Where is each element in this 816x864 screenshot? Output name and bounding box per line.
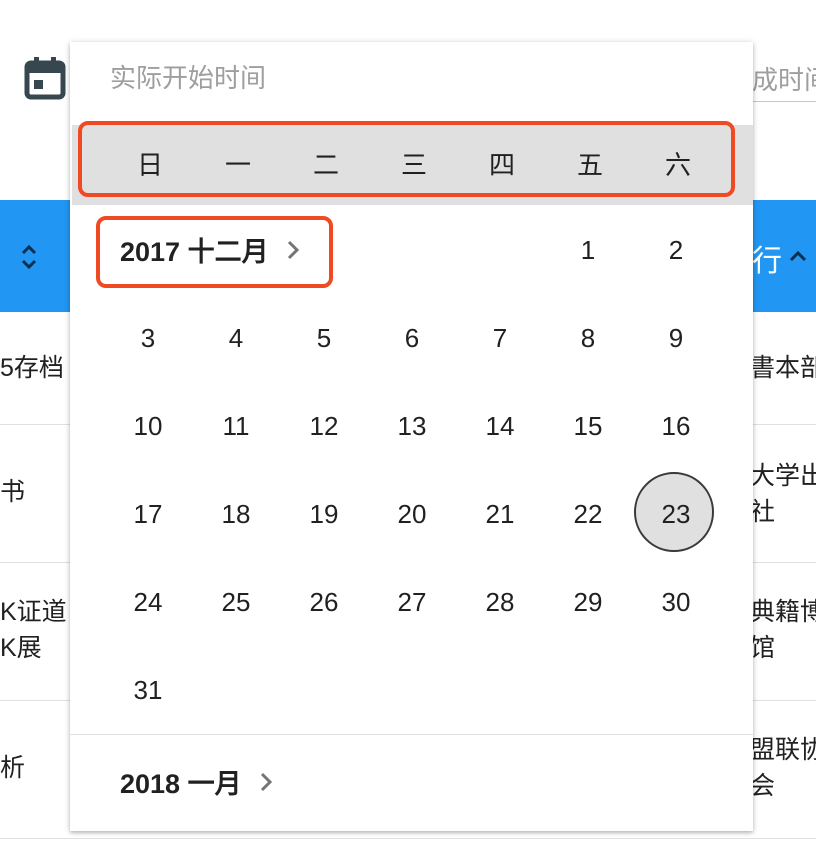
- header-column-label: 行: [752, 245, 782, 278]
- calendar-day-number: 7: [492, 323, 508, 353]
- current-month-header[interactable]: 2017 十二月: [120, 230, 301, 269]
- table-cell: 典籍博: [750, 598, 816, 626]
- calendar-day-number: 30: [661, 587, 691, 617]
- calendar-day-number: 29: [573, 587, 603, 617]
- calendar-day[interactable]: 6: [368, 294, 456, 382]
- calendar-day-number: 14: [485, 411, 515, 441]
- calendar-day-number: 27: [397, 587, 427, 617]
- table-cell: 会: [750, 772, 776, 800]
- calendar-day-number: 16: [661, 411, 691, 441]
- calendar-day-number: 12: [309, 411, 339, 441]
- weekday-label: 一: [224, 150, 251, 180]
- weekday-label: 三: [400, 150, 427, 180]
- calendar-day-number: 6: [404, 323, 420, 353]
- table-cell: 大学出: [750, 462, 816, 490]
- calendar-day-number: 25: [221, 587, 251, 617]
- calendar-day[interactable]: 9: [632, 294, 720, 382]
- calendar-day[interactable]: 7: [456, 294, 544, 382]
- calendar-day[interactable]: 27: [368, 558, 456, 646]
- calendar-day[interactable]: 24: [104, 558, 192, 646]
- calendar-day-number: 21: [485, 499, 515, 529]
- end-time-input-underline: [752, 101, 816, 102]
- sort-up-icon[interactable]: [784, 244, 812, 268]
- calendar-day-number: 17: [133, 499, 163, 529]
- calendar-day-number: 3: [140, 323, 156, 353]
- weekday-label: 四: [488, 150, 515, 180]
- table-cell: 書本部: [750, 354, 816, 382]
- calendar-day-number: 31: [133, 675, 163, 705]
- calendar-day[interactable]: 22: [544, 470, 632, 558]
- calendar-day[interactable]: 26: [280, 558, 368, 646]
- calendar-icon[interactable]: [24, 56, 66, 100]
- calendar-day-number: 22: [573, 499, 603, 529]
- calendar-day[interactable]: 5: [280, 294, 368, 382]
- chevron-right-icon[interactable]: [258, 770, 274, 794]
- page: 成时间 行 5存档 書本部 书 大学出 社 K证道 K展 典籍博 馆 析 盟联协…: [0, 0, 816, 864]
- calendar-day-number: 5: [316, 323, 332, 353]
- sort-icon[interactable]: [14, 240, 44, 274]
- weekday-label: 五: [576, 150, 603, 180]
- calendar-day[interactable]: 20: [368, 470, 456, 558]
- calendar-day-number: 10: [133, 411, 163, 441]
- calendar-day-number: 13: [397, 411, 427, 441]
- calendar-day[interactable]: 2: [632, 206, 720, 294]
- calendar-day[interactable]: 18: [192, 470, 280, 558]
- calendar-day[interactable]: 21: [456, 470, 544, 558]
- next-month-header[interactable]: 2018 一月: [120, 762, 274, 801]
- calendar-day[interactable]: 3: [104, 294, 192, 382]
- calendar-day[interactable]: 14: [456, 382, 544, 470]
- calendar-day-number: 18: [221, 499, 251, 529]
- calendar-day[interactable]: 13: [368, 382, 456, 470]
- current-month-label: 2017 十二月: [120, 237, 269, 267]
- table-cell: 书: [0, 478, 26, 506]
- calendar-day[interactable]: 30: [632, 558, 720, 646]
- calendar-day[interactable]: 4: [192, 294, 280, 382]
- calendar-day-number: 15: [573, 411, 603, 441]
- end-time-input[interactable]: 成时间: [752, 60, 816, 97]
- calendar-day[interactable]: 31: [104, 646, 192, 734]
- table-cell: K展: [0, 634, 42, 662]
- chevron-right-icon[interactable]: [285, 238, 301, 262]
- month-divider: [70, 734, 753, 735]
- calendar-day-number: 26: [309, 587, 339, 617]
- calendar-day[interactable]: 28: [456, 558, 544, 646]
- weekday-header: 日 一 二 三 四 五 六: [72, 125, 753, 205]
- calendar-day[interactable]: 16: [632, 382, 720, 470]
- table-cell: 5存档: [0, 354, 64, 382]
- date-picker-popup: 实际开始时间 日 一 二 三 四 五 六 2017 十二月 1234567891…: [70, 42, 753, 831]
- next-month-label: 2018 一月: [120, 769, 242, 799]
- calendar-day[interactable]: 11: [192, 382, 280, 470]
- table-cell: K证道: [0, 598, 67, 626]
- row-divider: [0, 838, 816, 839]
- calendar-day-number: 28: [485, 587, 515, 617]
- calendar-day-number: 20: [397, 499, 427, 529]
- calendar-day-number: 24: [133, 587, 163, 617]
- calendar-day-number: 1: [580, 235, 596, 265]
- table-cell: 析: [0, 754, 26, 782]
- weekday-label: 日: [136, 150, 163, 180]
- calendar-day[interactable]: 29: [544, 558, 632, 646]
- calendar-day[interactable]: 19: [280, 470, 368, 558]
- calendar-day-number: 4: [228, 323, 244, 353]
- calendar-day[interactable]: 1: [544, 206, 632, 294]
- calendar-day[interactable]: 8: [544, 294, 632, 382]
- calendar-day-number: 23: [661, 499, 691, 529]
- calendar-day[interactable]: 25: [192, 558, 280, 646]
- calendar-day-number: 8: [580, 323, 596, 353]
- calendar-day-number: 19: [309, 499, 339, 529]
- calendar-day[interactable]: 12: [280, 382, 368, 470]
- calendar-day-number: 2: [668, 235, 684, 265]
- table-cell: 盟联协: [750, 736, 816, 764]
- calendar-day[interactable]: 15: [544, 382, 632, 470]
- calendar-day-selected[interactable]: 23: [632, 470, 720, 558]
- table-cell: 社: [750, 498, 776, 526]
- calendar-day-number: 11: [222, 411, 250, 441]
- calendar-day[interactable]: 10: [104, 382, 192, 470]
- calendar-day-number: 9: [668, 323, 684, 353]
- start-time-input[interactable]: 实际开始时间: [110, 58, 266, 95]
- calendar-day[interactable]: 17: [104, 470, 192, 558]
- weekday-label: 六: [664, 150, 691, 180]
- weekday-label: 二: [312, 150, 339, 180]
- table-cell: 馆: [750, 634, 776, 662]
